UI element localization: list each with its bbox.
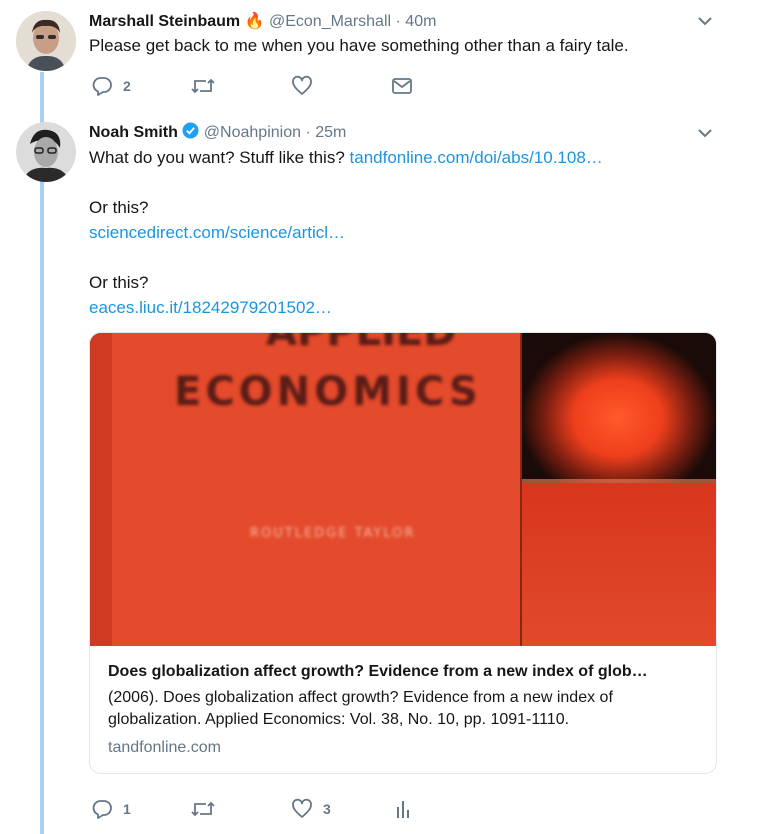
retweet-button[interactable] — [190, 74, 216, 98]
link-sciencedirect[interactable]: sciencedirect.com/science/articl… — [89, 223, 709, 243]
card-description: (2006). Does globalization affect growth… — [108, 689, 613, 728]
display-name[interactable]: Noah Smith — [89, 124, 178, 141]
analytics-button[interactable] — [394, 797, 412, 821]
tweet-actions: 1 3 — [89, 797, 729, 821]
avatar-photo — [16, 122, 76, 182]
card-image[interactable]: APPLIED ECONOMICS ROUTLEDGE TAYLOR — [90, 333, 716, 646]
like-count: 3 — [323, 801, 331, 817]
cover-author: ROUTLEDGE TAYLOR — [250, 526, 415, 541]
link-tandfonline[interactable]: tandfonline.com/doi/abs/10.108… — [350, 148, 603, 167]
like-icon — [292, 75, 312, 95]
tweet-text-2: Or this? — [89, 198, 149, 217]
card-domain: tandfonline.com — [108, 739, 221, 756]
avatar-photo — [16, 11, 76, 71]
verified-badge-icon — [182, 122, 199, 144]
retweet-icon — [191, 78, 215, 94]
tweet-header: Marshall Steinbaum 🔥 @Econ_Marshall · 40… — [89, 11, 436, 31]
retweet-icon — [191, 801, 215, 817]
tweet-actions: 2 — [89, 74, 729, 98]
analytics-icon — [397, 801, 409, 818]
timestamp[interactable]: · 25m — [305, 124, 346, 141]
link-preview-card[interactable]: APPLIED ECONOMICS ROUTLEDGE TAYLOR Does … — [89, 332, 717, 774]
reply-icon — [92, 800, 112, 819]
cover-title-line-2: ECONOMICS — [174, 369, 482, 415]
tweet-text-1: What do you want? Stuff like this? — [89, 148, 345, 167]
like-icon — [292, 798, 312, 818]
user-handle[interactable]: @Econ_Marshall — [269, 13, 391, 30]
caret-down-icon[interactable] — [696, 12, 714, 30]
tweet-text-3: Or this? — [89, 273, 149, 292]
reply-count: 1 — [123, 801, 131, 817]
tweet-text: What do you want? Stuff like this? tandf… — [89, 148, 709, 318]
timestamp[interactable]: · 40m — [396, 13, 437, 30]
fire-emoji: 🔥 — [244, 13, 265, 30]
reply-count: 2 — [123, 78, 131, 94]
like-button[interactable]: 3 — [291, 797, 331, 821]
direct-message-button[interactable] — [391, 74, 413, 98]
card-title: Does globalization affect growth? Eviden… — [108, 663, 648, 680]
reply-button[interactable]: 1 — [91, 797, 131, 821]
user-handle[interactable]: @Noahpinion — [204, 124, 301, 141]
avatar[interactable] — [16, 11, 76, 71]
tweet-header: Noah Smith @Noahpinion · 25m — [89, 122, 346, 144]
dm-icon — [392, 78, 412, 94]
tweet-marshall-steinbaum[interactable]: Marshall Steinbaum 🔥 @Econ_Marshall · 40… — [0, 0, 760, 110]
like-button[interactable] — [291, 74, 313, 98]
link-eaces[interactable]: eaces.liuc.it/18242979201502… — [89, 298, 709, 318]
reply-button[interactable]: 2 — [91, 74, 131, 98]
book-cover-image: APPLIED ECONOMICS ROUTLEDGE TAYLOR — [90, 333, 716, 646]
caret-down-icon[interactable] — [696, 124, 714, 142]
reply-icon — [92, 77, 112, 96]
retweet-button[interactable] — [190, 797, 216, 821]
tweet-text: Please get back to me when you have some… — [89, 36, 629, 55]
avatar[interactable] — [16, 122, 76, 182]
cover-title-line-1: APPLIED — [266, 333, 457, 355]
tweet-line-1: What do you want? Stuff like this? tandf… — [89, 148, 709, 168]
display-name[interactable]: Marshall Steinbaum — [89, 13, 240, 30]
